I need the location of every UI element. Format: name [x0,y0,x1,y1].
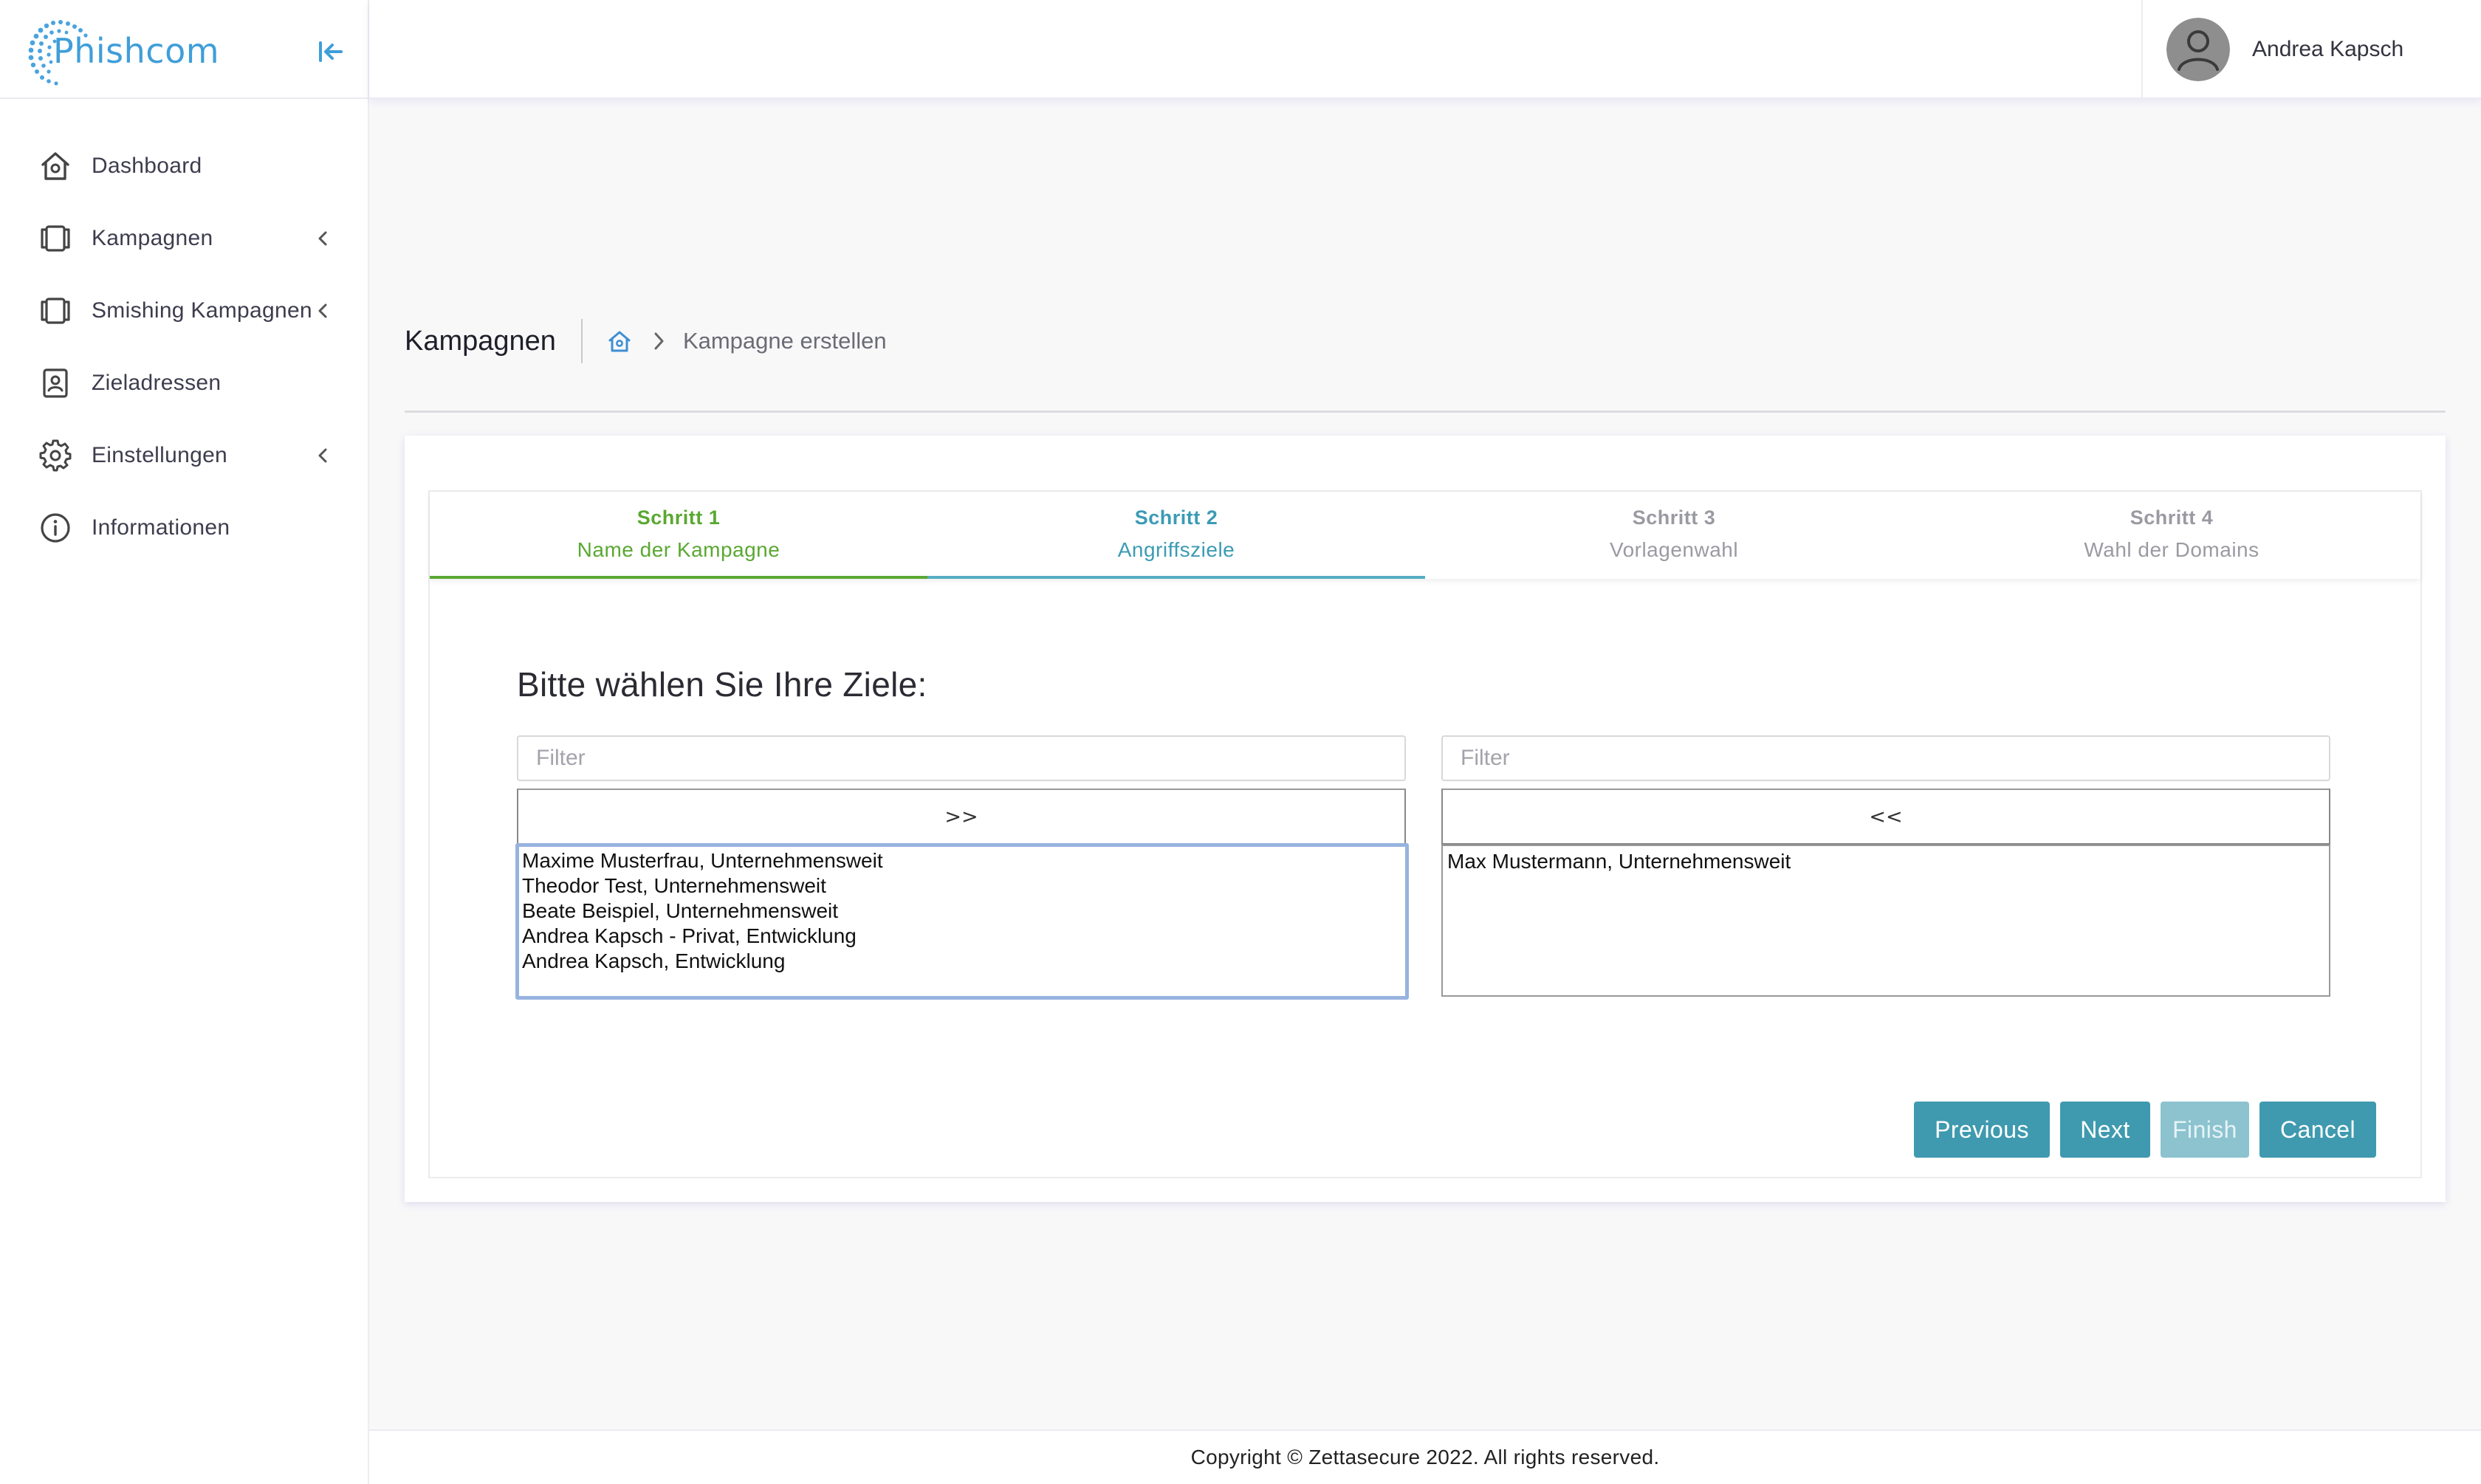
previous-button[interactable]: Previous [1914,1102,2050,1158]
wizard-card: Schritt 1 Name der Kampagne Schritt 2 An… [405,436,2446,1202]
footer: Copyright © Zettasecure 2022. All rights… [369,1429,2481,1484]
sidebar: Phishcom Dashboard Kampagnen Smishing Ka… [0,0,369,1484]
finish-button[interactable]: Finish [2161,1102,2249,1158]
selected-targets-filter-input[interactable] [1441,735,2330,781]
campaigns-icon [41,298,70,324]
sidebar-collapse-icon[interactable] [310,35,349,68]
list-item[interactable]: Maxime Musterfrau, Unternehmensweit [522,848,1402,873]
sidebar-item-label: Smishing Kampagnen [92,298,312,323]
step-2[interactable]: Schritt 2 Angriffsziele [927,492,1425,579]
contact-card-icon [43,368,68,398]
list-item[interactable]: Andrea Kapsch - Privat, Entwicklung [522,924,1402,949]
sidebar-item-kampagnen[interactable]: Kampagnen [0,202,368,275]
sidebar-item-dashboard[interactable]: Dashboard [0,130,368,202]
step-3[interactable]: Schritt 3 Vorlagenwahl [1425,492,1923,579]
list-item[interactable]: Max Mustermann, Unternehmensweit [1447,849,2324,874]
header-divider [580,319,583,363]
brand-header: Phishcom [0,0,368,99]
available-targets-list[interactable]: Maxime Musterfrau, Unternehmensweit Theo… [515,843,1409,1000]
sidebar-item-zieladressen[interactable]: Zieladressen [0,347,368,419]
user-menu[interactable]: Andrea Kapsch [2141,0,2481,99]
list-item[interactable]: Beate Beispiel, Unternehmensweit [522,899,1402,924]
available-targets-filter-input[interactable] [517,735,1406,781]
chevron-left-icon [318,448,327,463]
list-item[interactable]: Theodor Test, Unternehmensweit [522,873,1402,899]
step-number: Schritt 4 [2130,506,2214,529]
sidebar-item-smishing-kampagnen[interactable]: Smishing Kampagnen [0,275,368,347]
sidebar-item-label: Dashboard [92,154,202,178]
topbar: Andrea Kapsch [369,0,2481,99]
move-all-right-button[interactable]: >> [517,789,1406,845]
copyright-text: Copyright © Zettasecure 2022. All rights… [1190,1446,1660,1468]
step-4[interactable]: Schritt 4 Wahl der Domains [1923,492,2420,579]
step-description: Name der Kampagne [577,538,780,561]
brand-name: Phishcom [53,31,220,71]
move-all-left-button[interactable]: << [1441,789,2330,845]
wizard-steps: Schritt 1 Name der Kampagne Schritt 2 An… [430,492,2420,579]
user-name: Andrea Kapsch [2252,37,2404,61]
sidebar-item-einstellungen[interactable]: Einstellungen [0,419,368,492]
gear-icon [39,439,72,472]
breadcrumb-home-icon[interactable] [606,328,633,354]
header-rule [405,410,2446,413]
list-item[interactable]: Andrea Kapsch, Entwicklung [522,949,1402,974]
step-description: Wahl der Domains [2084,538,2259,561]
next-button[interactable]: Next [2060,1102,2150,1158]
step-number: Schritt 3 [1632,506,1716,529]
page-title: Kampagnen [405,325,556,357]
step-1[interactable]: Schritt 1 Name der Kampagne [430,492,927,579]
selected-targets-list[interactable]: Max Mustermann, Unternehmensweit [1441,845,2330,997]
sidebar-item-label: Einstellungen [92,443,228,467]
info-icon [41,513,70,543]
wizard: Schritt 1 Name der Kampagne Schritt 2 An… [428,490,2422,1178]
campaigns-icon [41,225,70,252]
step-number: Schritt 2 [1134,506,1218,529]
step-number: Schritt 1 [636,506,721,529]
sidebar-nav: Dashboard Kampagnen Smishing Kampagnen Z… [0,99,368,564]
sidebar-item-informationen[interactable]: Informationen [0,492,368,564]
sidebar-item-label: Zieladressen [92,371,222,395]
step-description: Angriffsziele [1117,538,1235,561]
targets-question: Bitte wählen Sie Ihre Ziele: [517,665,927,704]
cancel-button[interactable]: Cancel [2259,1102,2376,1158]
breadcrumb-current: Kampagne erstellen [682,328,887,354]
sidebar-item-label: Kampagnen [92,226,213,250]
chevron-left-icon [318,231,327,246]
page-header: Kampagnen Kampagne erstellen [405,317,887,365]
step-description: Vorlagenwahl [1609,538,1739,561]
avatar [2166,18,2230,81]
chevron-left-icon [318,303,327,318]
chevron-right-icon [654,332,664,350]
home-icon [41,152,69,180]
sidebar-item-label: Informationen [92,515,230,540]
